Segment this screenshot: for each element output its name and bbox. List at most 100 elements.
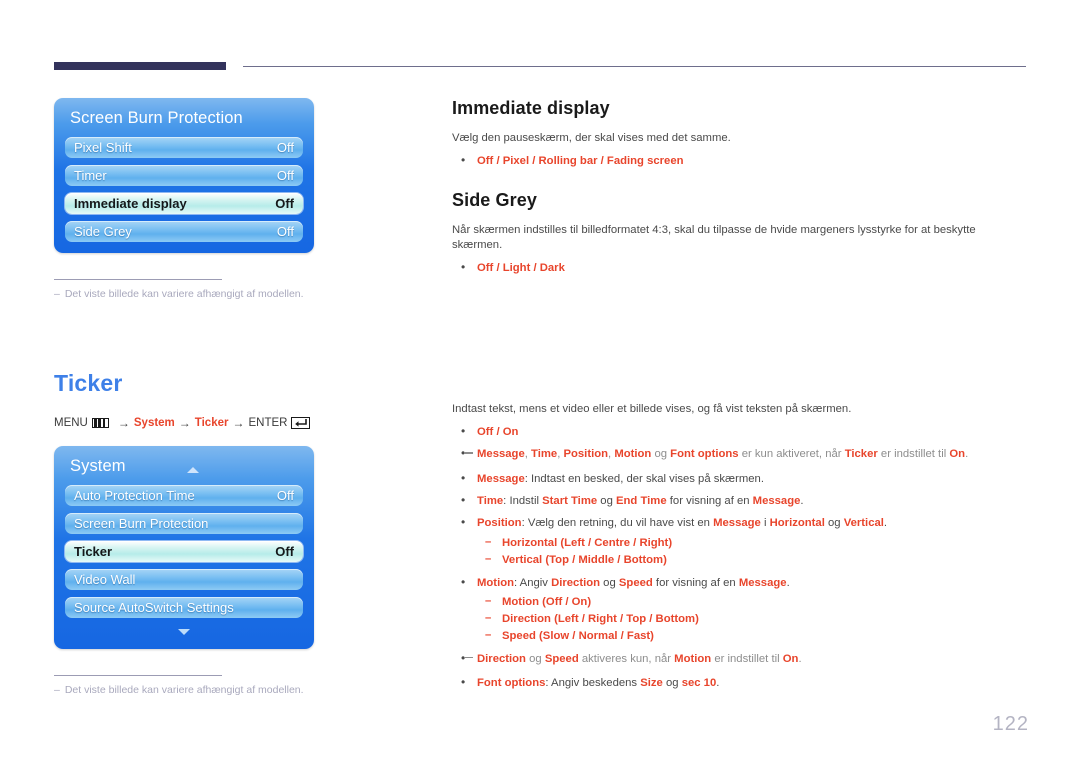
sub-list-position: Horizontal (Left / Centre / Right) Verti… <box>477 534 1027 569</box>
note-text: Det viste billede kan variere afhængigt … <box>64 288 304 300</box>
note-divider <box>54 279 222 280</box>
term-position: Position <box>563 448 609 461</box>
sub-list-item-vertical: Vertical (Top / Middle / Bottom) <box>477 551 1027 569</box>
arrow-icon: → <box>232 416 245 430</box>
osd-row-value: Off <box>276 168 294 183</box>
right-column: Immediate display Vælg den pauseskærm, d… <box>452 98 1027 697</box>
term-sec10: sec 10 <box>681 677 717 690</box>
osd-row-value: Off <box>276 224 294 239</box>
inline-note-2: Direction og Speed aktiveres kun, når Mo… <box>452 651 1027 667</box>
note-mid: er kun aktiveret, når <box>738 448 845 461</box>
left-column: Screen Burn Protection Pixel Shift Off T… <box>54 98 394 696</box>
term-size: Size <box>640 677 663 690</box>
osd-row-value: Off <box>275 196 294 211</box>
term-direction: Direction <box>502 612 551 625</box>
page-number: 122 <box>992 713 1029 735</box>
menu-path-menu-label: MENU <box>54 417 88 429</box>
header-rule-thick <box>54 62 226 70</box>
desc: for visning af en <box>652 576 739 589</box>
chevron-up-icon[interactable] <box>187 467 199 473</box>
osd-panel-title: Screen Burn Protection <box>65 106 303 137</box>
osd-scroll-down[interactable] <box>65 625 303 638</box>
term-motion: Motion <box>614 448 652 461</box>
term-start-time: Start Time <box>542 494 598 507</box>
osd-row-video-wall[interactable]: Video Wall <box>65 569 303 590</box>
note-divider <box>54 675 222 676</box>
sub-list-motion: Motion (Off / On) Direction (Left / Righ… <box>477 593 1027 645</box>
desc: . <box>786 576 790 589</box>
desc: : Indtast en besked, der skal vises på s… <box>524 472 764 485</box>
list-item-ticker-options: Off / On <box>452 423 1027 441</box>
term-vertical: Vertical <box>843 517 884 530</box>
desc: i <box>760 517 770 530</box>
desc: : Angiv <box>514 576 552 589</box>
list-item-motion: Motion: Angiv Direction og Speed for vis… <box>452 573 1027 645</box>
term-message: Message <box>477 448 525 461</box>
osd-row-pixel-shift[interactable]: Pixel Shift Off <box>65 137 303 158</box>
values: (Left / Right / Top / Bottom) <box>554 612 699 625</box>
note-text: Det viste billede kan variere afhængigt … <box>64 684 304 696</box>
term-font-options: Font options <box>670 448 739 461</box>
osd-row-label: Pixel Shift <box>74 140 132 155</box>
term-time: Time <box>477 494 504 507</box>
osd-panel-title-text: System <box>70 457 126 475</box>
sub-list-item-motion: Motion (Off / On) <box>477 593 1027 611</box>
note-block-1: – Det viste billede kan variere afhængigt… <box>54 279 304 300</box>
desc: : Indstil <box>503 494 543 507</box>
list-item: Off / Light / Dark <box>452 259 1027 277</box>
note-period: . <box>798 652 802 665</box>
term-message: Message <box>752 494 801 507</box>
osd-row-label: Screen Burn Protection <box>74 516 209 531</box>
chevron-down-icon[interactable] <box>178 629 190 635</box>
osd-panel-system: System Auto Protection Time Off Screen B… <box>54 446 314 649</box>
note-wrapper-2: Direction og Speed aktiveres kun, når Mo… <box>452 650 1027 668</box>
sub-list-item-speed: Speed (Slow / Normal / Fast) <box>477 627 1027 645</box>
osd-row-label: Video Wall <box>74 572 136 587</box>
arrow-icon: → <box>117 416 130 430</box>
desc: : Vælg den retning, du vil have vist en <box>521 517 714 530</box>
term-direction: Direction <box>477 652 526 665</box>
term-message: Message <box>738 576 787 589</box>
inline-note-1: Message, Time, Position, Motion og Font … <box>452 446 1027 462</box>
note-mid: aktiveres kun, når <box>578 652 675 665</box>
option-values: Off / Pixel / Rolling bar / Fading scree… <box>477 155 684 168</box>
values: (Off / On) <box>542 595 592 608</box>
desc: : Angiv beskedens <box>545 677 641 690</box>
osd-row-auto-protection-time[interactable]: Auto Protection Time Off <box>65 485 303 506</box>
term-time: Time <box>531 448 558 461</box>
enter-key-icon <box>291 417 311 429</box>
section-title-immediate-display: Immediate display <box>452 98 610 118</box>
osd-row-screen-burn-protection[interactable]: Screen Burn Protection <box>65 513 303 534</box>
osd-row-value: Off <box>276 140 294 155</box>
osd-row-source-autoswitch-settings[interactable]: Source AutoSwitch Settings <box>65 597 303 618</box>
ticker-intro: Indtast tekst, mens et video eller et bi… <box>452 402 852 415</box>
term-message: Message <box>477 472 525 485</box>
page-title-ticker: Ticker <box>54 370 123 396</box>
sub-list-item-direction: Direction (Left / Right / Top / Bottom) <box>477 610 1027 628</box>
list-item-message: Message: Indtast en besked, der skal vis… <box>452 469 1027 487</box>
ticker-bullet-list: Off / On Message, Time, Position, Motion… <box>452 423 1027 692</box>
section-title-side-grey: Side Grey <box>452 189 537 210</box>
term-message: Message <box>713 517 761 530</box>
osd-row-value: Off <box>275 544 294 559</box>
note-wrapper-1: Message, Time, Position, Motion og Font … <box>452 445 1027 463</box>
desc: . <box>883 517 888 530</box>
note-tail: er indstillet til <box>877 448 950 461</box>
note-block-2: – Det viste billede kan variere afhængigt… <box>54 675 304 696</box>
desc: for visning af en <box>666 494 753 507</box>
term-speed: Speed <box>502 629 536 642</box>
osd-row-ticker[interactable]: Ticker Off <box>65 541 303 562</box>
osd-row-immediate-display[interactable]: Immediate display Off <box>65 193 303 214</box>
term-on: On <box>782 652 799 665</box>
term-direction: Direction <box>551 576 601 589</box>
note-tail: er indstillet til <box>711 652 783 665</box>
desc: . <box>716 677 720 690</box>
osd-row-side-grey[interactable]: Side Grey Off <box>65 221 303 242</box>
option-values: Off / On <box>477 425 519 438</box>
section-options-side-grey: Off / Light / Dark <box>452 259 1027 277</box>
osd-row-timer[interactable]: Timer Off <box>65 165 303 186</box>
menu-path-step-system[interactable]: System <box>134 417 175 429</box>
menu-path-step-ticker[interactable]: Ticker <box>195 417 229 429</box>
term-motion: Motion <box>674 652 712 665</box>
osd-row-label: Ticker <box>74 544 113 559</box>
